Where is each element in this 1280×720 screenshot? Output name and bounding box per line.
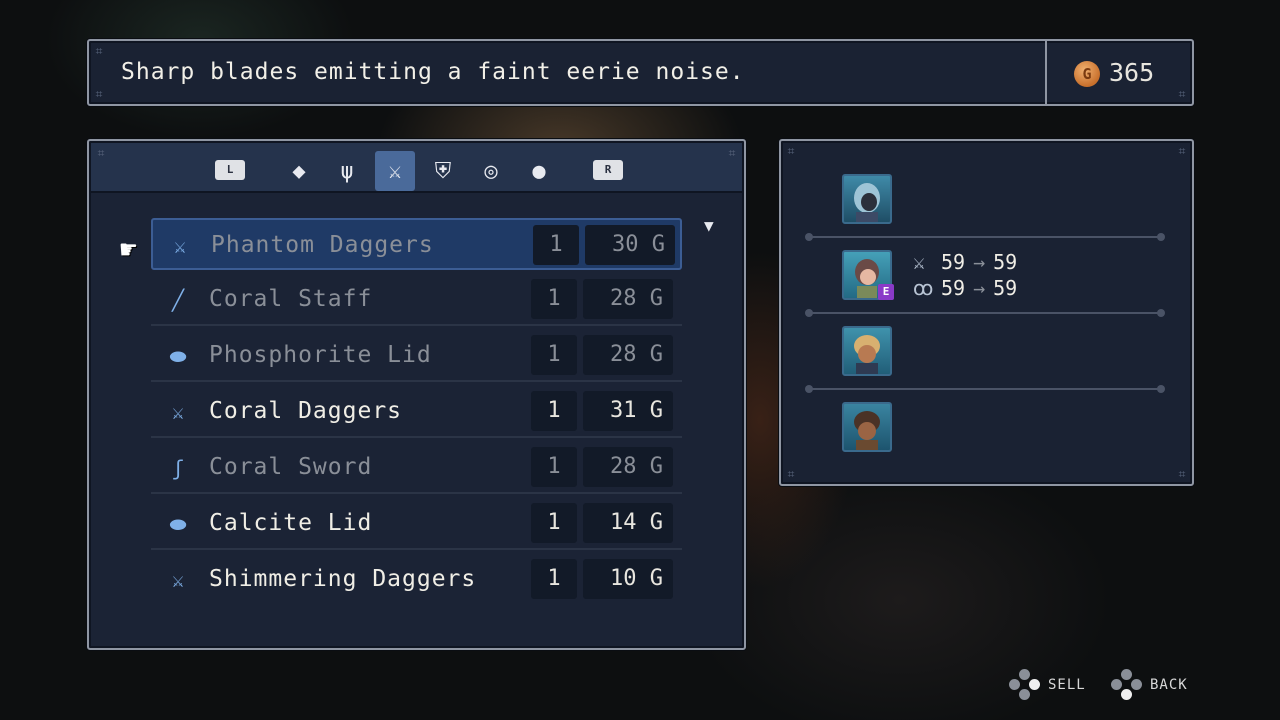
item-row-coral-sword[interactable]: ʃ Coral Sword 1 28 G: [151, 442, 682, 494]
tab-gem-icon[interactable]: ◆: [279, 151, 319, 191]
sell-label: SELL: [1048, 677, 1086, 693]
pointing-hand-cursor-icon: ☛: [120, 233, 137, 266]
back-control[interactable]: BACK: [1110, 668, 1188, 702]
character-portrait-icon: [854, 335, 880, 374]
tab-consumable-icon[interactable]: ●: [519, 151, 559, 191]
item-quantity: 1: [531, 447, 577, 487]
right-shoulder-button[interactable]: R: [593, 160, 623, 180]
item-quantity: 1: [531, 559, 577, 599]
corner-ornament: ⌗: [1178, 467, 1186, 481]
tab-ring-icon[interactable]: ◎: [471, 151, 511, 191]
sword-icon: ʃ: [171, 456, 185, 480]
corner-ornament: ⌗: [787, 144, 795, 158]
item-row-shimmering-daggers[interactable]: ⚔ Shimmering Daggers 1 10 G: [151, 554, 682, 606]
stat-new: 59: [993, 250, 1018, 274]
character-portrait-icon: [854, 183, 880, 222]
item-price: 31 G: [583, 391, 673, 431]
left-shoulder-button[interactable]: L: [215, 160, 245, 180]
gold-coin-icon: G: [1074, 61, 1100, 87]
corner-ornament: ⌗: [97, 146, 105, 160]
item-price: 28 G: [583, 335, 673, 375]
item-price: 10 G: [583, 559, 673, 599]
item-row-calcite-lid[interactable]: ⬬ Calcite Lid 1 14 G: [151, 498, 682, 550]
corner-ornament: ⌗: [1178, 87, 1186, 101]
item-name: Phantom Daggers: [211, 232, 434, 258]
item-row-phantom-daggers[interactable]: ⚔ Phantom Daggers 1 30 G: [151, 218, 682, 270]
attack-icon: ⚔: [913, 250, 926, 274]
sell-control[interactable]: SELL: [1008, 668, 1086, 702]
corner-ornament: ⌗: [95, 87, 103, 101]
lid-icon: ⬬: [169, 344, 187, 368]
tab-armor-icon[interactable]: ⛨: [423, 151, 463, 191]
item-description: Sharp blades emitting a faint eerie nois…: [121, 59, 745, 85]
staff-icon: ╱: [171, 288, 185, 312]
scroll-down-icon[interactable]: ▼: [704, 216, 714, 235]
corner-ornament: ⌗: [728, 146, 736, 160]
daggers-icon: ⚔: [173, 234, 187, 258]
item-quantity: 1: [531, 335, 577, 375]
arrow-right-icon: →: [973, 250, 986, 274]
item-name: Coral Staff: [209, 286, 373, 312]
daggers-icon: ⚔: [171, 400, 185, 424]
divider: [1045, 41, 1047, 104]
equipped-badge: E: [878, 284, 894, 300]
item-price: 28 G: [583, 447, 673, 487]
daggers-icon: ⚔: [171, 568, 185, 592]
dpad-right-button-icon: [1008, 668, 1042, 702]
item-price: 14 G: [583, 503, 673, 543]
item-name: Calcite Lid: [209, 510, 373, 536]
item-name: Phosphorite Lid: [209, 342, 432, 368]
stat-current: 59: [941, 250, 966, 274]
lid-icon: ⬬: [169, 512, 187, 536]
item-row-coral-daggers[interactable]: ⚔ Coral Daggers 1 31 G: [151, 386, 682, 438]
item-price: 30 G: [585, 225, 675, 265]
category-tab-bar: ⌗ ⌗ L ◆ ψ ⚔ ⛨ ◎ ● R: [91, 143, 742, 193]
arrow-right-icon: →: [973, 276, 986, 300]
item-quantity: 1: [531, 391, 577, 431]
party-member-portrait[interactable]: [842, 326, 892, 376]
stat-current: 59: [941, 276, 966, 300]
corner-ornament: ⌗: [95, 44, 103, 58]
tab-fork-icon[interactable]: ψ: [327, 151, 367, 191]
tab-weapon-icon[interactable]: ⚔: [375, 151, 415, 191]
back-label: BACK: [1150, 677, 1188, 693]
magic-stat-line: ꝏ 59 → 59: [913, 276, 1017, 300]
character-portrait-icon: [854, 411, 880, 450]
description-panel: ⌗ ⌗ ⌗ Sharp blades emitting a faint eeri…: [87, 39, 1194, 106]
gold-amount: 365: [1109, 58, 1155, 87]
party-member-portrait[interactable]: [842, 402, 892, 452]
stat-new: 59: [993, 276, 1018, 300]
member-divider: [805, 233, 1165, 241]
item-name: Coral Sword: [209, 454, 373, 480]
attack-stat-line: ⚔ 59 → 59: [913, 250, 1017, 274]
magic-icon: ꝏ: [913, 276, 934, 300]
inventory-panel: ⌗ ⌗ L ◆ ψ ⚔ ⛨ ◎ ● R ▼ ⚔ Phantom Daggers …: [87, 139, 746, 650]
item-name: Shimmering Daggers: [209, 566, 477, 592]
member-divider: [805, 385, 1165, 393]
party-comparison-panel: ⌗ ⌗ ⌗ ⌗ E ⚔ 59 → 59 ꝏ 59 → 59: [779, 139, 1194, 486]
item-row-phosphorite-lid[interactable]: ⬬ Phosphorite Lid 1 28 G: [151, 330, 682, 382]
member-divider: [805, 309, 1165, 317]
item-quantity: 1: [531, 279, 577, 319]
party-member-portrait[interactable]: [842, 174, 892, 224]
item-row-coral-staff[interactable]: ╱ Coral Staff 1 28 G: [151, 274, 682, 326]
item-price: 28 G: [583, 279, 673, 319]
dpad-bottom-button-icon: [1110, 668, 1144, 702]
corner-ornament: ⌗: [1178, 144, 1186, 158]
corner-ornament: ⌗: [787, 467, 795, 481]
item-quantity: 1: [533, 225, 579, 265]
item-quantity: 1: [531, 503, 577, 543]
item-name: Coral Daggers: [209, 398, 403, 424]
